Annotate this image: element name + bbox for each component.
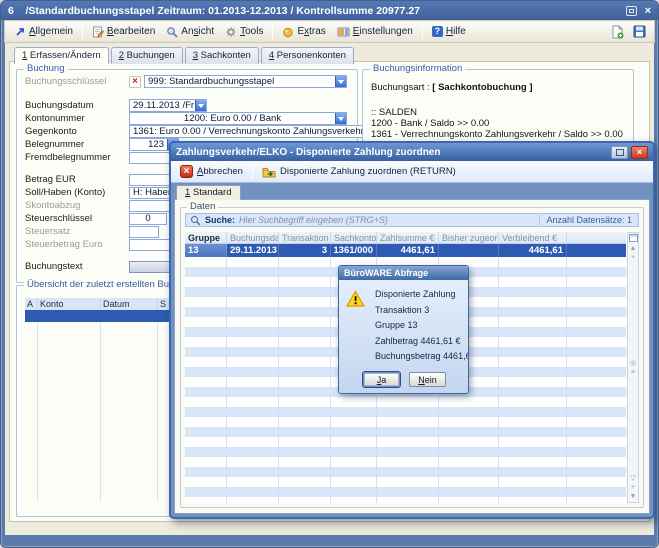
scroll-menu-icon[interactable]: ≡ — [631, 368, 635, 377]
scroll-down-icon[interactable]: ▽ — [630, 474, 635, 483]
tab-standard[interactable]: 1 Standard — [176, 185, 241, 200]
menu-bearbeiten[interactable]: Bearbeiten — [87, 24, 160, 40]
cancel-x-icon: × — [180, 165, 193, 178]
scroll-end-icon[interactable]: ▼ — [630, 492, 637, 501]
dialog-close-icon[interactable]: × — [631, 146, 648, 159]
warning-icon — [346, 290, 365, 307]
field-gegenkonto: Gegenkonto 1361: Euro 0.00 / Verrechnung… — [25, 125, 347, 138]
edit-icon — [92, 26, 104, 38]
tab-erfassen-aendern[interactable]: 1 Erfassen/Ändern — [14, 47, 109, 64]
tab-personenkonten[interactable]: 4 Personenkonten — [261, 47, 354, 64]
dropdown-icon[interactable] — [335, 113, 346, 124]
settings-icon — [337, 26, 350, 38]
groupbox-title: Buchungsinformation — [370, 64, 465, 74]
gegenkonto-combo[interactable]: 1361: Euro 0.00 / Verrechnungskonto Zahl… — [129, 125, 379, 138]
ja-button[interactable]: Ja — [363, 372, 400, 387]
menubar: Allgemein Bearbeiten Ansicht Tools Extra… — [4, 20, 655, 43]
dispo-table: Gruppe Buchungsdatum Transaktion Sachkon… — [185, 232, 626, 257]
menu-tools[interactable]: Tools — [220, 24, 268, 40]
field-kontonummer: Kontonummer 1200: Euro 0.00 / Bank — [25, 112, 347, 125]
buchungsdatum-combo[interactable]: 29.11.2013 /Fr — [129, 99, 207, 112]
window-title: 6 /Standardbuchungsstapel Zeitraum: 01.2… — [8, 5, 626, 17]
buchungsschluessel-combo[interactable]: 999: Standardbuchungsstapel — [144, 75, 347, 88]
window-titlebar: 6 /Standardbuchungsstapel Zeitraum: 01.2… — [1, 1, 658, 20]
menu-einstellungen[interactable]: Einstellungen — [332, 24, 418, 40]
menu-separator — [272, 24, 273, 39]
assign-icon — [262, 166, 276, 178]
extras-icon — [282, 26, 294, 38]
table-header: Gruppe Buchungsdatum Transaktion Sachkon… — [185, 232, 626, 244]
help-icon: ? — [432, 26, 443, 37]
scroll-target-icon[interactable]: ◎ — [630, 359, 636, 368]
search-bar[interactable]: Suche: Hier Suchbegriff eingeben (STRG+S… — [185, 213, 639, 227]
new-document-icon[interactable] — [611, 25, 624, 39]
close-icon[interactable]: × — [645, 6, 651, 16]
menu-separator — [82, 24, 83, 39]
msgbox-body: Disponierte Zahlung Transaktion 3 Gruppe… — [339, 280, 468, 394]
msgbox-line: Gruppe 13 — [375, 318, 469, 334]
app-window: 6 /Standardbuchungsstapel Zeitraum: 01.2… — [0, 0, 659, 548]
zuordnen-button[interactable]: Disponierte Zahlung zuordnen (RETURN) — [258, 165, 460, 179]
msgbox-titlebar: BüroWARE Abfrage — [339, 266, 468, 280]
groupbox-title: Daten — [187, 202, 218, 212]
maximize-icon[interactable] — [626, 6, 637, 16]
field-buchungsschluessel: Buchungsschlüssel × 999: Standardbuchung… — [25, 75, 347, 88]
bueroware-abfrage-msgbox: BüroWARE Abfrage Disponierte Zahlung Tra… — [338, 265, 469, 394]
main-tabs: 1 Erfassen/Ändern 2 Buchungen 3 Sachkont… — [14, 47, 354, 64]
dialog-maximize-icon[interactable] — [611, 146, 628, 159]
saldo-line: 1200 - Bank / Saldo >> 0.00 — [371, 118, 625, 129]
table-row-selected[interactable]: 13 29.11.2013 /Fr 3 1361/000 4461,61 446… — [185, 244, 626, 257]
dropdown-icon[interactable] — [195, 100, 206, 111]
msgbox-line: Zahlbetrag 4461,61 € — [375, 334, 469, 350]
menu-separator — [422, 24, 423, 39]
msgbox-text: Disponierte Zahlung Transaktion 3 Gruppe… — [375, 287, 469, 365]
search-icon — [190, 215, 201, 226]
steuerschluessel-input[interactable]: 0 — [129, 213, 167, 225]
column-chooser-icon[interactable] — [629, 234, 638, 242]
toolbar-separator — [252, 165, 253, 179]
menu-extras[interactable]: Extras — [277, 24, 330, 40]
record-count: Anzahl Datensätze: 1 — [539, 215, 634, 225]
magnifier-icon — [166, 26, 178, 38]
field-buchungsdatum: Buchungsdatum 29.11.2013 /Fr — [25, 99, 347, 112]
salden-header: :: SALDEN — [371, 107, 625, 118]
save-icon[interactable] — [633, 25, 646, 38]
scroll-up-icon[interactable]: ▲ — [630, 244, 637, 253]
arrow-ne-icon — [15, 26, 26, 37]
dropdown-icon[interactable] — [335, 76, 346, 87]
tab-sachkonten[interactable]: 3 Sachkonten — [185, 47, 259, 64]
msgbox-buttons: Ja Nein — [363, 372, 446, 387]
menu-allgemein[interactable]: Allgemein — [10, 24, 78, 39]
scroll-add-icon[interactable]: + — [631, 483, 635, 492]
search-label: Suche: — [205, 215, 235, 225]
dialog-toolbar: × Abbrechen Disponierte Zahlung zuordnen… — [171, 161, 653, 183]
tab-buchungen[interactable]: 2 Buchungen — [111, 47, 183, 64]
clear-icon[interactable]: × — [129, 76, 141, 88]
search-placeholder: Hier Suchbegriff eingeben (STRG+S) — [239, 215, 535, 225]
dialog-titlebar: Zahlungsverkehr/ELKO - Disponierte Zahlu… — [171, 143, 653, 161]
msgbox-line: Disponierte Zahlung — [375, 287, 469, 303]
msgbox-line: Transaktion 3 — [375, 303, 469, 319]
steuersatz-input[interactable] — [129, 226, 159, 238]
menu-hilfe[interactable]: ? Hilfe — [427, 24, 471, 39]
msgbox-line: Buchungsbetrag 4461,61 € — [375, 349, 469, 365]
table-scrollbar[interactable]: ▲ + ◎ ≡ ▽ + ▼ — [627, 232, 639, 503]
groupbox-title: Buchung — [24, 64, 68, 74]
nein-button[interactable]: Nein — [409, 372, 446, 387]
kontonummer-combo[interactable]: 1200: Euro 0.00 / Bank — [129, 112, 347, 125]
dialog-title: Zahlungsverkehr/ELKO - Disponierte Zahlu… — [176, 147, 608, 158]
saldo-line: 1361 - Verrechnungskonto Zahlungsverkehr… — [371, 129, 625, 140]
scroll-add-icon[interactable]: + — [631, 253, 635, 262]
buchungsart-line: Buchungsart : [ Sachkontobuchung ] — [371, 82, 625, 93]
abbrechen-button[interactable]: × Abbrechen — [176, 164, 247, 179]
menu-ansicht[interactable]: Ansicht — [161, 24, 219, 40]
gear-icon — [225, 26, 237, 38]
